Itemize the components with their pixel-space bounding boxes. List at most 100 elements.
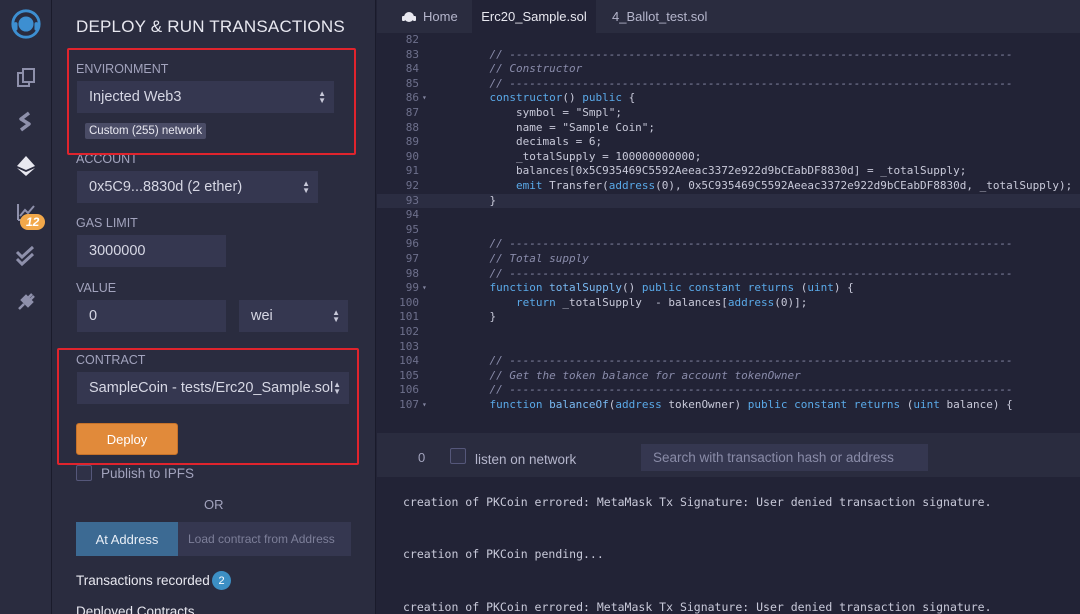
code-line[interactable]: 100 return _totalSupply - balances[addre… [377,296,1080,311]
fold-arrow-icon[interactable]: ▾ [422,398,427,413]
code-line[interactable]: 97 // Total supply [377,252,1080,267]
code-text: // -------------------------------------… [489,354,1013,368]
tab-ballot-test[interactable]: 4_Ballot_test.sol [612,0,742,33]
line-number: 86 [405,91,419,105]
icon-rail: 12 [0,0,52,614]
transactions-recorded-label[interactable]: Transactions recorded [76,573,210,588]
code-line[interactable]: 101 } [377,310,1080,325]
code-line[interactable]: 94 [377,208,1080,223]
line-number: 96 [405,237,419,251]
code-line[interactable]: 84 // Constructor [377,62,1080,77]
fold-arrow-icon[interactable]: ▾ [422,281,427,296]
code-text: symbol = "Smpl"; [463,106,622,119]
code-line[interactable]: 88 name = "Sample Coin"; [377,121,1080,136]
line-number: 107 [399,398,419,411]
tab-home-label: Home [423,9,458,24]
code-line[interactable]: 98 // ----------------------------------… [377,267,1080,282]
code-line[interactable]: 82 [377,33,1080,48]
line-number: 92 [405,179,419,192]
code-line[interactable]: 99 ▾ function totalSupply() public consta… [377,281,1080,296]
home-icon [401,10,417,24]
publish-ipfs-checkbox[interactable] [76,465,92,481]
code-line[interactable]: 95 [377,223,1080,238]
code-line[interactable]: 103 [377,340,1080,355]
code-editor[interactable]: 82 83 // --------------------------------… [377,33,1080,415]
code-line[interactable]: 105 // Get the token balance for account… [377,369,1080,384]
line-number: 103 [399,339,419,353]
plugin-icon[interactable] [10,286,42,318]
line-number: 104 [399,354,419,368]
load-contract-address-input[interactable]: Load contract from Address [178,522,351,556]
code-text: function balanceOf(address tokenOwner) p… [489,398,1013,411]
deploy-run-icon[interactable] [10,150,42,182]
code-line[interactable]: 96 // ----------------------------------… [377,237,1080,252]
compile-icon[interactable] [10,106,42,138]
code-text: constructor() public { [489,91,636,105]
tab-erc20-sample[interactable]: Erc20_Sample.sol [472,0,596,33]
code-line[interactable]: 86 ▾ constructor() public { [377,91,1080,106]
line-number: 105 [399,368,419,382]
remix-logo-icon[interactable] [10,8,42,40]
testing-icon[interactable] [10,240,42,272]
code-text: // -------------------------------------… [489,383,1013,397]
line-number: 99 [405,281,419,295]
code-text: _totalSupply = 100000000000; [463,149,702,163]
code-line[interactable]: 104 // ---------------------------------… [377,354,1080,369]
code-line[interactable]: 106 // ---------------------------------… [377,383,1080,398]
code-line[interactable]: 85 // ----------------------------------… [377,77,1080,92]
code-line[interactable]: 83 // ----------------------------------… [377,48,1080,63]
at-address-button[interactable]: At Address [76,522,178,556]
code-text: // -------------------------------------… [489,266,1013,280]
line-number: 106 [399,383,419,397]
line-number: 83 [405,47,419,61]
account-select[interactable]: 0x5C9...8830d (2 ether) ▲ ▼ [76,170,319,204]
or-separator: OR [204,497,224,512]
code-text: emit Transfer(address(0), 0x5C935469C559… [515,179,1073,192]
code-text: // -------------------------------------… [489,47,1013,61]
line-number: 90 [405,149,419,163]
code-line[interactable]: 102 [377,325,1080,340]
gas-limit-value: 3000000 [89,243,146,259]
file-explorer-icon[interactable] [10,62,42,94]
code-text: } [463,310,497,324]
transactions-recorded-count: 2 [212,571,231,590]
account-value: 0x5C9...8830d (2 ether) [89,179,243,195]
code-line[interactable]: 89 decimals = 6; [377,135,1080,150]
terminal-log: creation of PKCoin errored: MetaMask Tx … [377,477,1080,614]
line-number: 100 [399,295,419,309]
line-number: 102 [399,325,419,338]
analysis-badge: 12 [20,214,46,230]
code-text: return _totalSupply - balances[address(0… [515,295,808,309]
listen-network-checkbox[interactable] [450,448,466,464]
terminal-toolbar: 0 listen on network Search with transact… [377,433,1080,477]
fold-arrow-icon[interactable]: ▾ [422,91,427,106]
code-text: // Get the token balance for account tok… [489,368,801,382]
log-entry: creation of PKCoin pending... [403,547,604,561]
terminal-search-input[interactable]: Search with transaction hash or address [641,444,928,471]
tab-ballot-label: 4_Ballot_test.sol [612,9,708,24]
code-line[interactable]: 107 ▾ function balanceOf(address tokenOwn… [377,398,1080,413]
publish-ipfs-label: Publish to IPFS [101,466,195,481]
value-amount: 0 [89,308,98,324]
value-unit: wei [251,308,273,324]
code-line[interactable]: 93 } [377,193,1080,209]
pending-tx-count: 0 [418,450,426,465]
code-text: // Constructor [489,62,583,76]
value-unit-select[interactable]: wei ▲ ▼ [238,299,349,333]
line-number: 98 [405,266,419,280]
line-number: 93 [405,193,419,207]
code-text: // Total supply [489,252,589,265]
value-input[interactable]: 0 [76,299,227,333]
log-entry: creation of PKCoin errored: MetaMask Tx … [403,600,992,614]
code-line[interactable]: 87 symbol = "Smpl"; [377,106,1080,121]
code-line[interactable]: 90 _totalSupply = 100000000000; [377,150,1080,165]
code-text: name = "Sample Coin"; [463,120,656,134]
gas-limit-input[interactable]: 3000000 [76,234,227,268]
code-line[interactable]: 91 balances[0x5C935469C5592Aeeac3372e922… [377,164,1080,179]
code-line[interactable]: 92 emit Transfer(address(0), 0x5C935469C… [377,179,1080,194]
line-number: 82 [405,33,419,46]
editor-tabs: Home Erc20_Sample.sol 4_Ballot_test.sol [377,0,1080,33]
panel-title: DEPLOY & RUN TRANSACTIONS [76,17,345,36]
contract-highlight-box [57,348,359,465]
deployed-contracts-label: Deployed Contracts [76,604,195,614]
